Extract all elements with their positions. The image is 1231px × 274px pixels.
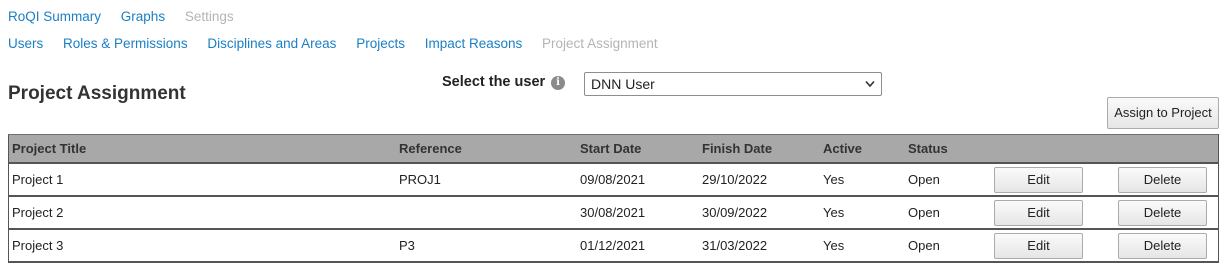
nav-roles-permissions[interactable]: Roles & Permissions (63, 36, 188, 51)
reference-cell: P3 (396, 229, 577, 263)
table-row: Project 2 30/08/2021 30/09/2022 Yes Open… (8, 196, 1219, 230)
edit-button[interactable]: Edit (994, 233, 1083, 259)
delete-button[interactable]: Delete (1118, 200, 1207, 226)
start-date-cell: 30/08/2021 (577, 196, 699, 230)
nav-disciplines-areas[interactable]: Disciplines and Areas (207, 36, 336, 51)
project-title-cell: Project 3 (8, 229, 396, 263)
column-header-delete (1112, 134, 1219, 164)
column-header-active[interactable]: Active (820, 134, 905, 164)
column-header-reference[interactable]: Reference (396, 134, 577, 164)
table-header-row: Project Title Reference Start Date Finis… (8, 134, 1219, 164)
start-date-cell: 09/08/2021 (577, 163, 699, 197)
active-cell: Yes (820, 196, 905, 230)
edit-cell: Edit (988, 196, 1112, 230)
delete-button[interactable]: Delete (1118, 233, 1207, 259)
secondary-nav: Users Roles & Permissions Disciplines an… (8, 36, 674, 51)
status-cell: Open (905, 196, 988, 230)
info-icon[interactable]: i (551, 76, 565, 90)
finish-date-cell: 31/03/2022 (699, 229, 820, 263)
user-select-value: DNN User (591, 76, 655, 92)
table-row: Project 3 P3 01/12/2021 31/03/2022 Yes O… (8, 229, 1219, 263)
delete-cell: Delete (1112, 196, 1219, 230)
table-row: Project 1 PROJ1 09/08/2021 29/10/2022 Ye… (8, 163, 1219, 197)
nav-graphs[interactable]: Graphs (121, 9, 165, 24)
nav-impact-reasons[interactable]: Impact Reasons (425, 36, 523, 51)
nav-projects[interactable]: Projects (356, 36, 405, 51)
status-cell: Open (905, 163, 988, 197)
nav-roqi-summary[interactable]: RoQI Summary (8, 9, 101, 24)
status-cell: Open (905, 229, 988, 263)
delete-cell: Delete (1112, 163, 1219, 197)
column-header-project-title[interactable]: Project Title (8, 134, 396, 164)
nav-users[interactable]: Users (8, 36, 43, 51)
column-header-start-date[interactable]: Start Date (577, 134, 699, 164)
project-title-cell: Project 1 (8, 163, 396, 197)
delete-cell: Delete (1112, 229, 1219, 263)
assign-to-project-button[interactable]: Assign to Project (1107, 97, 1219, 129)
finish-date-cell: 30/09/2022 (699, 196, 820, 230)
nav-settings: Settings (184, 9, 234, 24)
select-user-label: Select the user (442, 74, 546, 90)
project-title-cell: Project 2 (8, 196, 396, 230)
active-cell: Yes (820, 163, 905, 197)
user-select[interactable]: DNN User (584, 72, 882, 96)
edit-button[interactable]: Edit (994, 200, 1083, 226)
column-header-finish-date[interactable]: Finish Date (699, 134, 820, 164)
column-header-status[interactable]: Status (905, 134, 988, 164)
reference-cell: PROJ1 (396, 163, 577, 197)
page-title: Project Assignment (8, 83, 186, 104)
project-assignment-table: Project Title Reference Start Date Finis… (8, 134, 1219, 263)
edit-cell: Edit (988, 229, 1112, 263)
active-cell: Yes (820, 229, 905, 263)
finish-date-cell: 29/10/2022 (699, 163, 820, 197)
nav-project-assignment: Project Assignment (542, 36, 658, 51)
primary-nav: RoQI Summary Graphs Settings (8, 9, 250, 24)
reference-cell (396, 196, 577, 230)
edit-button[interactable]: Edit (994, 167, 1083, 193)
chevron-down-icon (865, 80, 875, 88)
delete-button[interactable]: Delete (1118, 167, 1207, 193)
column-header-edit (988, 134, 1112, 164)
start-date-cell: 01/12/2021 (577, 229, 699, 263)
edit-cell: Edit (988, 163, 1112, 197)
